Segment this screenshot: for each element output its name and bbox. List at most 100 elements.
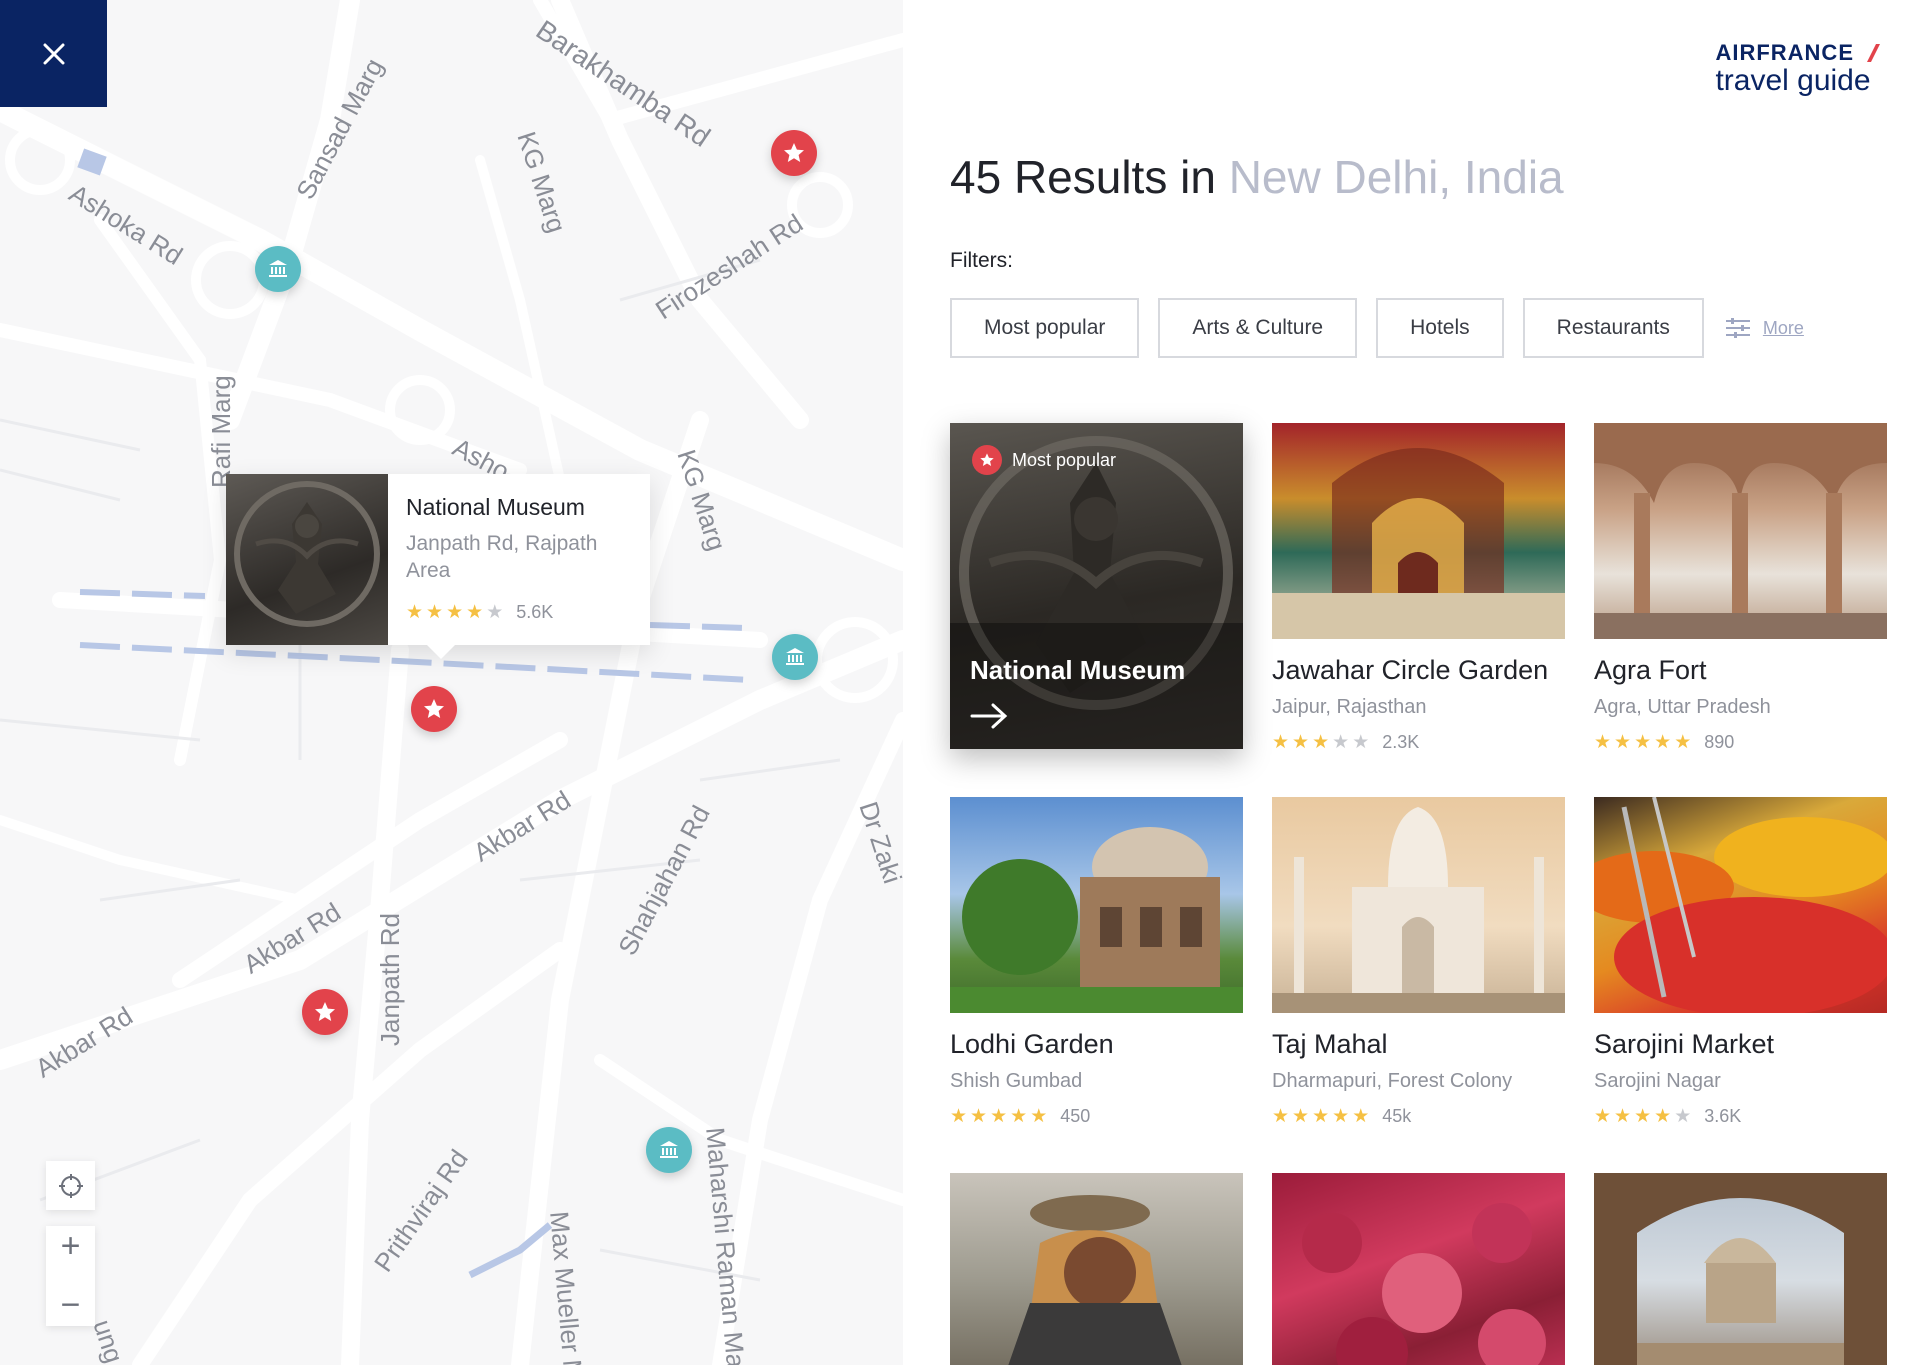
card-title: Agra Fort <box>1594 655 1707 685</box>
card-title: Taj Mahal <box>1272 1029 1388 1059</box>
star-pin[interactable] <box>302 989 348 1035</box>
star-icon <box>424 699 444 718</box>
airfrance-logo[interactable]: AIRFRANCE travel guide <box>1715 40 1880 96</box>
filter-most-popular[interactable]: Most popular <box>950 298 1140 358</box>
results-panel: AIRFRANCE travel guide 45 Results in New… <box>903 0 1920 1365</box>
star-pin[interactable] <box>771 130 817 176</box>
result-card[interactable]: Taj Mahal Dharmapuri, Forest Colony ★ ★ ★ ★… <box>1272 797 1565 1128</box>
rating-star-icon: ★ <box>1352 1106 1370 1127</box>
card-image: Most popular National Museum <box>950 423 1243 749</box>
result-card[interactable] <box>1272 1173 1565 1365</box>
card-rating: ★ ★ ★ ★ ★ 2.3K <box>1272 731 1565 754</box>
result-card[interactable]: Jawahar Circle Garden Jaipur, Rajasthan … <box>1272 423 1565 754</box>
card-image <box>1594 1173 1887 1365</box>
arrow-right-icon[interactable] <box>970 703 1008 729</box>
result-card[interactable]: Agra Fort Agra, Uttar Pradesh ★ ★ ★ ★ ★ 890 <box>1594 423 1887 754</box>
museum-icon <box>786 648 804 665</box>
map-popup[interactable]: National Museum Janpath Rd, Rajpath Area… <box>226 474 650 659</box>
rating-star-icon: ★ <box>1594 732 1612 753</box>
museum-icon <box>269 260 287 277</box>
results-heading: 45 Results in New Delhi, India <box>950 150 1564 204</box>
locate-button[interactable] <box>46 1161 95 1210</box>
rating-star-icon: ★ <box>1634 732 1652 753</box>
filter-hotels[interactable]: Hotels <box>1376 298 1504 358</box>
rating-star-icon: ★ <box>990 1106 1008 1127</box>
card-location: Shish Gumbad <box>950 1070 1083 1092</box>
card-location: Sarojini Nagar <box>1594 1070 1721 1092</box>
more-label: More <box>1762 317 1804 338</box>
map[interactable]: Barakhamba Rd Sansad Marg KG Marg Ashoka… <box>0 0 903 1365</box>
rating-star-icon: ★ <box>1292 732 1310 753</box>
filter-restaurants[interactable]: Restaurants <box>1522 298 1704 358</box>
star-icon <box>980 453 994 466</box>
rating-star-icon: ★ <box>1352 732 1370 753</box>
card-image <box>1272 797 1565 1013</box>
results-count: 45 Results in <box>950 151 1229 203</box>
close-icon <box>43 43 64 64</box>
rating-count: 45k <box>1382 1106 1412 1126</box>
card-title: Lodhi Garden <box>950 1029 1114 1059</box>
rating-star-icon: ★ <box>426 601 444 623</box>
rating-star-icon: ★ <box>1312 732 1330 753</box>
card-image <box>950 797 1243 1013</box>
result-card[interactable] <box>950 1173 1243 1365</box>
rating-count: 5.6K <box>516 601 554 622</box>
star-icon <box>315 1002 335 1021</box>
rating-star-icon: ★ <box>970 1106 988 1127</box>
result-card-national-museum[interactable]: Most popular National Museum <box>950 423 1243 749</box>
rating-count: 2.3K <box>1382 732 1420 752</box>
rating-star-icon: ★ <box>1272 1106 1290 1127</box>
card-rating: ★ ★ ★ ★ ★ 3.6K <box>1594 1105 1887 1128</box>
crosshair-icon <box>58 1173 83 1198</box>
close-map-button[interactable] <box>0 0 107 107</box>
logo-subtitle: travel guide <box>1715 64 1871 97</box>
rating-star-icon: ★ <box>1292 1106 1310 1127</box>
filter-arts-culture[interactable]: Arts & Culture <box>1158 298 1358 358</box>
zoom-control: + − <box>46 1226 95 1326</box>
filter-bar: Most popular Arts & Culture Hotels Resta… <box>950 298 1804 358</box>
card-image <box>1594 423 1887 639</box>
rating-star-icon: ★ <box>1634 1106 1652 1127</box>
filters-label: Filters: <box>950 249 1013 272</box>
popup-title: National Museum <box>406 494 585 520</box>
card-image <box>1594 797 1887 1013</box>
street-label: Rafi Marg <box>206 375 236 488</box>
card-image <box>1272 1173 1565 1365</box>
rating-star-icon: ★ <box>1674 732 1692 753</box>
result-card[interactable]: Sarojini Market Sarojini Nagar ★ ★ ★ ★ ★ 3.6K <box>1594 797 1887 1128</box>
rating-star-icon: ★ <box>486 601 504 623</box>
museum-pin[interactable] <box>255 246 301 292</box>
museum-pin[interactable] <box>646 1127 692 1173</box>
result-card[interactable]: Lodhi Garden Shish Gumbad ★ ★ ★ ★ ★ 450 <box>950 797 1243 1128</box>
card-title: National Museum <box>970 655 1186 685</box>
zoom-out-icon[interactable]: − <box>61 1286 81 1325</box>
card-location: Agra, Uttar Pradesh <box>1594 696 1771 718</box>
rating-star-icon: ★ <box>1654 1106 1672 1127</box>
card-location: Jaipur, Rajasthan <box>1272 696 1427 718</box>
rating-count: 3.6K <box>1704 1106 1742 1126</box>
star-pin[interactable] <box>411 686 457 732</box>
rating-star-icon: ★ <box>1030 1106 1048 1127</box>
card-title: Sarojini Market <box>1594 1029 1775 1059</box>
zoom-in-icon[interactable]: + <box>61 1227 81 1266</box>
more-filters-link[interactable]: More <box>1725 317 1804 339</box>
rating-star-icon: ★ <box>466 601 484 623</box>
popup-rating: ★ ★ ★ ★ ★ 5.6K <box>406 601 626 624</box>
sliders-icon <box>1725 318 1750 338</box>
street-label: Janpath Rd <box>375 913 405 1046</box>
rating-star-icon: ★ <box>1654 732 1672 753</box>
rating-star-icon: ★ <box>1010 1106 1028 1127</box>
museum-icon <box>660 1141 678 1158</box>
rating-count: 890 <box>1704 732 1735 752</box>
rating-star-icon: ★ <box>1312 1106 1330 1127</box>
rating-star-icon: ★ <box>950 1106 968 1127</box>
rating-star-icon: ★ <box>406 601 424 623</box>
museum-pin[interactable] <box>772 634 818 680</box>
card-image <box>950 1173 1243 1365</box>
card-title: Jawahar Circle Garden <box>1272 655 1549 685</box>
results-place[interactable]: New Delhi, India <box>1229 151 1564 203</box>
rating-star-icon: ★ <box>1674 1106 1692 1127</box>
rating-star-icon: ★ <box>1332 732 1350 753</box>
result-card[interactable] <box>1594 1173 1887 1365</box>
star-icon <box>784 143 804 162</box>
